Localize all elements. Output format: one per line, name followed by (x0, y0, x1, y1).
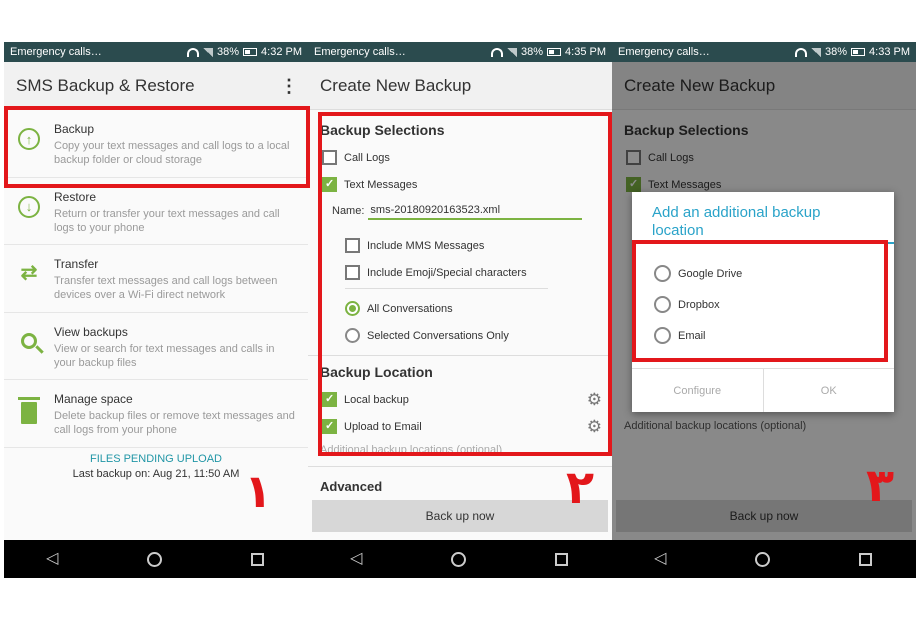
menu-item-title: Restore (54, 189, 97, 204)
app-bar: Create New Backup (308, 62, 612, 110)
menu-item-desc: Delete backup files or remove text messa… (54, 410, 295, 436)
home-icon[interactable] (755, 551, 771, 567)
back-icon[interactable] (350, 548, 363, 568)
nav-bar (612, 540, 916, 578)
battery-percent: 38% (825, 46, 848, 58)
recents-icon[interactable] (554, 552, 568, 566)
wifi-icon (795, 47, 807, 57)
step-number-3: ۳ (866, 458, 895, 512)
battery-icon (547, 48, 562, 56)
battery-icon (243, 48, 258, 56)
signal-icon (203, 47, 213, 57)
back-icon[interactable] (654, 548, 667, 568)
back-icon[interactable] (46, 548, 59, 568)
status-time: 4:33 PM (869, 46, 910, 58)
home-icon[interactable] (451, 551, 467, 567)
battery-icon (851, 48, 866, 56)
app-title: SMS Backup & Restore (16, 75, 195, 95)
status-time: 4:35 PM (565, 46, 606, 58)
wifi-icon (491, 47, 503, 57)
status-bar: Emergency calls… 38% 4:35 PM (308, 42, 612, 62)
ok-button[interactable]: OK (762, 369, 895, 412)
menu-item-desc: Return or transfer your text messages an… (54, 207, 280, 234)
battery-percent: 38% (217, 46, 240, 58)
highlight-box-selections (318, 112, 612, 456)
search-icon (21, 332, 37, 349)
status-carrier: Emergency calls… (618, 46, 710, 58)
menu-item-view-backups[interactable]: View backups View or search for text mes… (4, 313, 308, 380)
nav-bar (4, 540, 308, 578)
dialog-buttons: Configure OK (632, 368, 894, 412)
back-up-now-button[interactable]: Back up now (312, 500, 608, 532)
menu-item-transfer[interactable]: ⇄ Transfer Transfer text messages and ca… (4, 245, 308, 313)
menu-item-title: Manage space (54, 392, 133, 406)
wifi-icon (187, 47, 199, 57)
swap-icon: ⇄ (20, 262, 38, 284)
app-bar: SMS Backup & Restore ⋮ (4, 62, 308, 110)
status-time: 4:32 PM (261, 46, 302, 58)
step-number-2: ۲ (566, 460, 595, 514)
overflow-menu-icon[interactable]: ⋮ (280, 77, 298, 95)
trash-icon (18, 397, 40, 424)
recents-icon[interactable] (858, 552, 872, 566)
download-icon: ↓ (18, 195, 40, 218)
step-number-1: ۱ (244, 464, 273, 518)
menu-item-desc: View or search for text messages and cal… (54, 342, 275, 369)
menu-item-desc: Transfer text messages and call logs bet… (54, 275, 278, 301)
menu-item-manage-space[interactable]: Manage space Delete backup files or remo… (4, 380, 308, 448)
highlight-box-backup (4, 106, 310, 188)
signal-icon (811, 47, 821, 57)
menu-item-title: Transfer (54, 257, 99, 271)
status-bar: Emergency calls… 38% 4:32 PM (4, 42, 308, 62)
menu-item-title: View backups (54, 324, 128, 339)
nav-bar (308, 540, 612, 578)
recents-icon[interactable] (250, 552, 264, 566)
configure-button[interactable]: Configure (632, 369, 763, 412)
highlight-box-dialog-options (632, 240, 888, 362)
home-icon[interactable] (147, 551, 163, 567)
files-pending-upload-link[interactable]: FILES PENDING UPLOAD (4, 453, 308, 465)
page-title: Create New Backup (320, 75, 472, 95)
status-bar: Emergency calls… 38% 4:33 PM (612, 42, 916, 62)
status-carrier: Emergency calls… (10, 46, 102, 58)
battery-percent: 38% (521, 46, 544, 58)
status-carrier: Emergency calls… (314, 46, 406, 58)
signal-icon (507, 47, 517, 57)
dialog-title: Add an additional backup location (632, 192, 894, 244)
